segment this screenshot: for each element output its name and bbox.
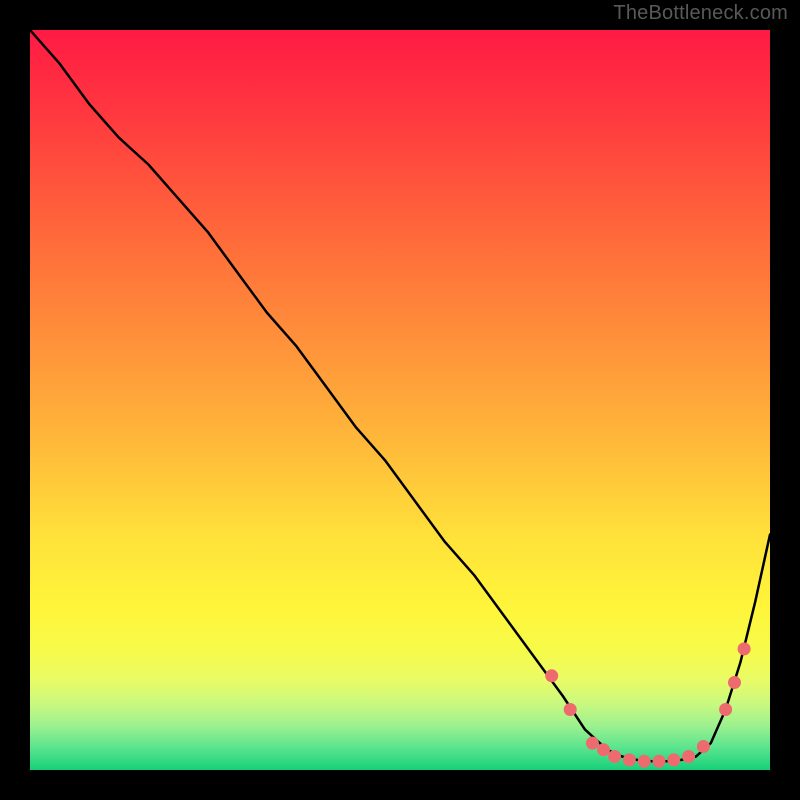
curve-marker [608,750,621,763]
curve-marker [682,750,695,763]
curve-marker [738,642,751,655]
curve-marker [623,753,636,766]
curve-marker [667,753,680,766]
curve-marker [564,703,577,716]
curve-marker [597,743,610,756]
chart-area [30,30,770,770]
gradient-background [30,30,770,770]
watermark-text: TheBottleneck.com [613,2,788,25]
curve-marker [638,755,651,768]
curve-marker [728,676,741,689]
curve-marker [545,669,558,682]
curve-marker [586,737,599,750]
chart-svg [30,30,770,770]
curve-marker [697,740,710,753]
curve-marker [653,755,666,768]
curve-marker [719,703,732,716]
